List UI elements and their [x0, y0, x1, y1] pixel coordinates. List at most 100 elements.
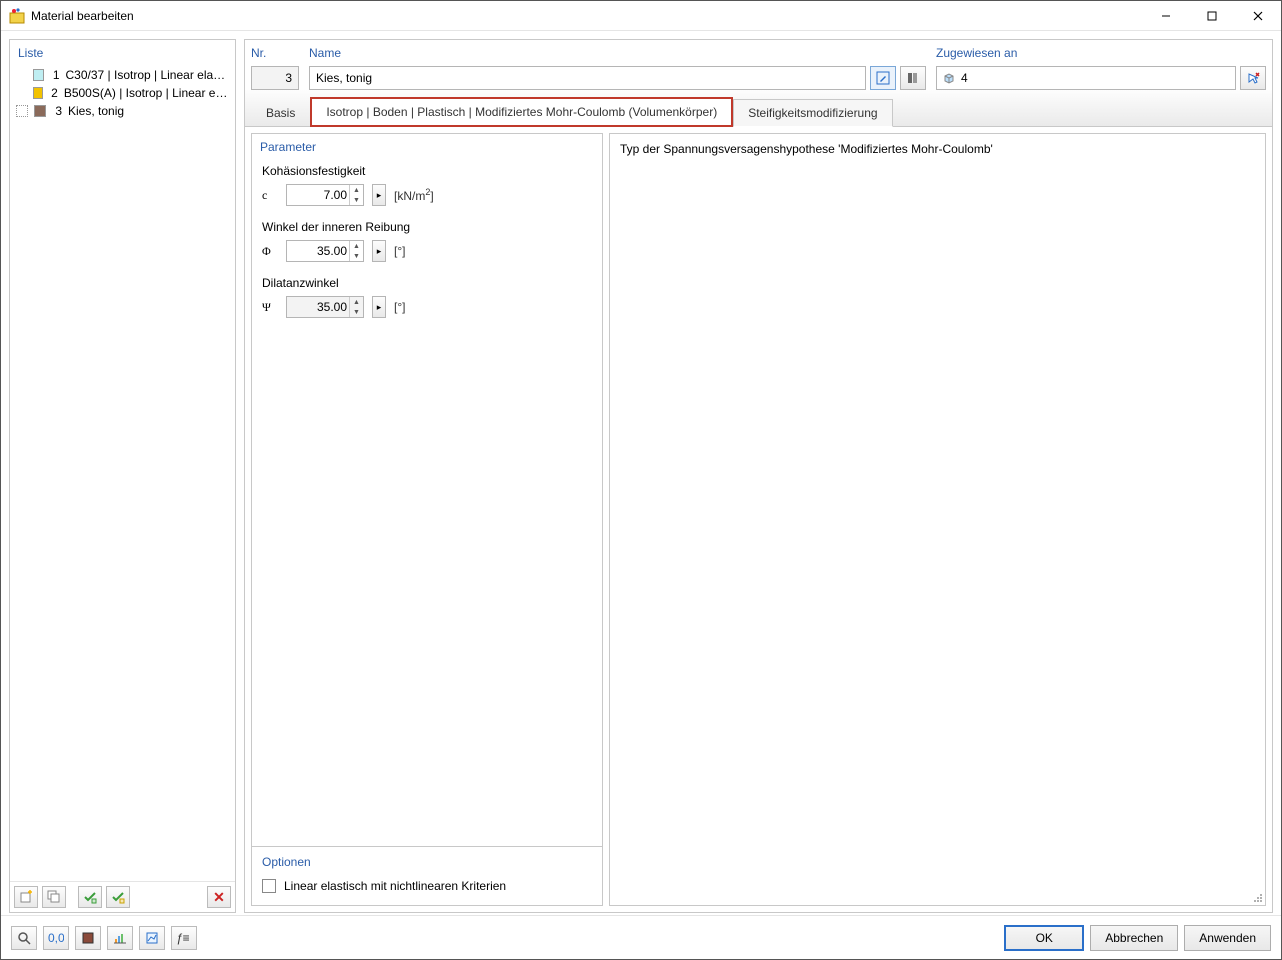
list-item-index: 3 — [52, 104, 62, 118]
material-swatch-icon — [33, 69, 44, 81]
linear-elastic-label: Linear elastisch mit nichtlinearen Krite… — [284, 879, 506, 893]
pick-icon — [1246, 71, 1260, 85]
spinner-icon[interactable]: ▲▼ — [349, 185, 363, 205]
app-icon — [9, 8, 25, 24]
param-cohesion-input[interactable]: 7.00 ▲▼ — [286, 184, 364, 206]
svg-text:0,00: 0,00 — [48, 931, 64, 945]
svg-text:ƒ≡: ƒ≡ — [176, 931, 190, 945]
window-title: Material bearbeiten — [31, 9, 134, 23]
function-button[interactable]: ƒ≡ — [171, 926, 197, 950]
list-item[interactable]: 3 Kies, tonig — [10, 102, 235, 120]
list-item[interactable]: 2 B500S(A) | Isotrop | Linear elastisch — [10, 84, 235, 102]
tab-material-model[interactable]: Isotrop | Boden | Plastisch | Modifizier… — [310, 97, 733, 127]
window-minimize-button[interactable] — [1143, 1, 1189, 31]
list-toolbar: ✕ — [10, 881, 235, 912]
list-item-index: 2 — [49, 86, 58, 100]
ok-button[interactable]: OK — [1004, 925, 1084, 951]
name-input[interactable]: Kies, tonig — [309, 66, 866, 90]
main-panel: Nr. 3 Name Kies, tonig Zugewiesen an — [244, 39, 1273, 913]
param-cohesion-menu-button[interactable]: ▸ — [372, 184, 386, 206]
list-item-label: B500S(A) | Isotrop | Linear elastisch — [64, 86, 229, 100]
pencil-icon — [876, 71, 890, 85]
list-title: Liste — [10, 40, 235, 64]
nr-label: Nr. — [251, 46, 299, 66]
list-item[interactable]: 1 C30/37 | Isotrop | Linear elastisch — [10, 66, 235, 84]
assigned-value: 4 — [961, 71, 968, 85]
param-friction-menu-button[interactable]: ▸ — [372, 240, 386, 262]
decimals-icon: 0,00 — [48, 931, 64, 945]
material-swatch-icon — [33, 87, 44, 99]
description-text: Typ der Spannungsversagenshypothese 'Mod… — [620, 142, 993, 156]
solid-icon — [943, 72, 955, 84]
tab-basis[interactable]: Basis — [251, 99, 310, 127]
apply-button[interactable]: Anwenden — [1184, 925, 1271, 951]
cancel-button[interactable]: Abbrechen — [1090, 925, 1178, 951]
tab-bar: Basis Isotrop | Boden | Plastisch | Modi… — [245, 90, 1272, 127]
param-dilatancy-label: Dilatanzwinkel — [262, 276, 592, 290]
assigned-field[interactable]: 4 — [936, 66, 1236, 90]
material-swatch-icon — [34, 105, 46, 117]
window-maximize-button[interactable] — [1189, 1, 1235, 31]
units-button[interactable]: 0,00 — [43, 926, 69, 950]
magnifier-icon — [17, 931, 31, 945]
spinner-icon[interactable]: ▲▼ — [349, 297, 363, 317]
title-bar: Material bearbeiten — [1, 1, 1281, 31]
param-dilatancy-value: 35.00 — [287, 300, 349, 314]
param-cohesion-label: Kohäsionsfestigkeit — [262, 164, 592, 178]
duplicate-item-button[interactable] — [42, 886, 66, 908]
diagram-icon — [145, 931, 159, 945]
param-dilatancy: Dilatanzwinkel Ψ 35.00 ▲▼ ▸ [°] — [262, 276, 592, 318]
param-friction: Winkel der inneren Reibung Φ 35.00 ▲▼ ▸ … — [262, 220, 592, 262]
delete-icon: ✕ — [213, 889, 225, 906]
parameter-title: Parameter — [252, 134, 602, 158]
param-friction-input[interactable]: 35.00 ▲▼ — [286, 240, 364, 262]
list-item-index: 1 — [50, 68, 59, 82]
diagram-button[interactable] — [139, 926, 165, 950]
check-include-button[interactable] — [78, 886, 102, 908]
color-swatch-icon — [81, 931, 95, 945]
parameter-panel: Parameter Kohäsionsfestigkeit c 7.00 ▲▼ … — [251, 133, 603, 906]
chart-icon — [113, 931, 127, 945]
color-button[interactable] — [75, 926, 101, 950]
spinner-icon[interactable]: ▲▼ — [349, 241, 363, 261]
help-button[interactable] — [11, 926, 37, 950]
param-dilatancy-input[interactable]: 35.00 ▲▼ — [286, 296, 364, 318]
param-friction-value: 35.00 — [287, 244, 349, 258]
param-friction-unit: [°] — [394, 244, 405, 258]
pick-assigned-button[interactable] — [1240, 66, 1266, 90]
tab-stiffness-modification[interactable]: Steifigkeitsmodifizierung — [733, 99, 892, 127]
name-label: Name — [309, 46, 926, 66]
description-panel: Typ der Spannungsversagenshypothese 'Mod… — [609, 133, 1266, 906]
param-cohesion-symbol: c — [262, 188, 278, 203]
options-panel: Optionen Linear elastisch mit nichtlinea… — [252, 846, 602, 905]
new-item-button[interactable] — [14, 886, 38, 908]
book-icon — [906, 71, 920, 85]
name-value: Kies, tonig — [316, 71, 372, 85]
resize-grip-icon[interactable] — [1251, 891, 1263, 903]
check-exclude-button[interactable] — [106, 886, 130, 908]
list-item-label: Kies, tonig — [68, 104, 124, 118]
param-dilatancy-symbol: Ψ — [262, 300, 278, 315]
linear-elastic-checkbox[interactable] — [262, 879, 276, 893]
param-cohesion-value: 7.00 — [287, 188, 349, 202]
options-title: Optionen — [262, 855, 592, 869]
chart-button[interactable] — [107, 926, 133, 950]
nr-value: 3 — [285, 71, 292, 85]
nr-field[interactable]: 3 — [251, 66, 299, 90]
assigned-label: Zugewiesen an — [936, 46, 1266, 66]
param-dilatancy-menu-button[interactable]: ▸ — [372, 296, 386, 318]
library-button[interactable] — [900, 66, 926, 90]
param-friction-label: Winkel der inneren Reibung — [262, 220, 592, 234]
material-list[interactable]: 1 C30/37 | Isotrop | Linear elastisch 2 … — [10, 64, 235, 881]
window-close-button[interactable] — [1235, 1, 1281, 31]
delete-item-button[interactable]: ✕ — [207, 886, 231, 908]
function-icon: ƒ≡ — [175, 931, 193, 945]
param-cohesion: Kohäsionsfestigkeit c 7.00 ▲▼ ▸ [kN/m2] — [262, 164, 592, 206]
param-dilatancy-unit: [°] — [394, 300, 405, 314]
edit-name-button[interactable] — [870, 66, 896, 90]
list-item-label: C30/37 | Isotrop | Linear elastisch — [66, 68, 230, 82]
param-cohesion-unit: [kN/m2] — [394, 187, 434, 203]
param-friction-symbol: Φ — [262, 244, 278, 259]
material-list-panel: Liste 1 C30/37 | Isotrop | Linear elasti… — [9, 39, 236, 913]
dialog-footer: 0,00 ƒ≡ OK Abbrechen Anwenden — [1, 915, 1281, 959]
